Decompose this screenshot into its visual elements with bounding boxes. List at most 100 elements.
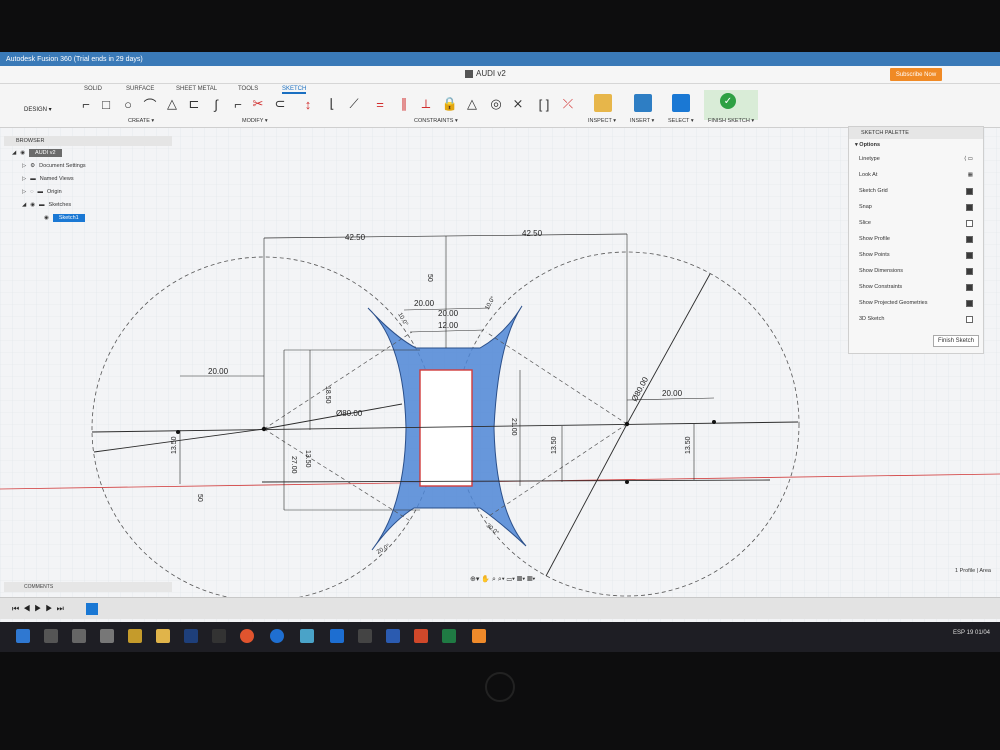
eye-icon[interactable]: ◌ [30,189,33,195]
dim-left-20[interactable]: 20.00 [208,367,229,376]
polygon-tool-icon[interactable]: △ [164,96,180,112]
look-at-icon[interactable]: ▦ [968,172,973,178]
word-icon[interactable] [386,629,400,643]
app-icon[interactable] [128,629,142,643]
line-tool-icon[interactable]: ⌐ [78,96,94,112]
constraints-group-label[interactable]: CONSTRAINTS ▾ [414,118,458,124]
left-center-point[interactable] [261,426,267,432]
tab-sheet-metal[interactable]: SHEET METAL [176,86,217,92]
insert-group-label[interactable]: INSERT ▾ [630,118,654,124]
palette-option-slice[interactable]: Slice [849,215,983,231]
dim-13-left-a[interactable]: 13.50 [171,436,178,454]
right-center-point[interactable] [624,421,630,427]
dim-13-left-b[interactable]: 13.50 [304,450,311,468]
sketch-grid-checkbox[interactable] [966,187,973,195]
concentric-icon[interactable]: ◎ [488,96,504,112]
timeline-controls[interactable]: ⏮◀▶▶⏭ [12,604,68,614]
finish-sketch-button[interactable]: Finish Sketch [932,335,979,347]
select-group-label[interactable]: SELECT ▾ [668,118,694,124]
curvature-icon[interactable]: ⤫ [560,96,576,112]
slot-tool-icon[interactable]: ⊏ [186,96,202,112]
show-points-checkbox[interactable] [966,251,973,259]
midpoint-icon[interactable]: ⨯ [510,96,526,112]
design-workspace-dropdown[interactable]: DESIGN ▾ [24,106,52,113]
eye-icon[interactable]: ◉ [30,202,35,208]
tab-surface[interactable]: SURFACE [126,86,154,92]
dim-50-top[interactable]: 50 [426,274,433,282]
palette-option-sketch-grid[interactable]: Sketch Grid [849,183,983,199]
language-indicator[interactable]: ESP [953,630,965,636]
show-constraints-checkbox[interactable] [966,283,973,291]
palette-option-show-projected[interactable]: Show Projected Geometries [849,295,983,311]
dim-right-20[interactable]: 20.00 [662,389,683,398]
browser-item-root[interactable]: ◢ ◉ AUDI v2 [4,146,172,159]
fillet-tool-icon[interactable]: ⌐ [230,96,246,112]
app-icon[interactable] [358,629,372,643]
show-dimensions-checkbox[interactable] [966,267,973,275]
app-icon[interactable] [300,629,314,643]
browser-item-origin[interactable]: ▷ ◌ ▬ Origin [4,185,172,198]
coincident-icon[interactable]: ⌊ [324,96,340,112]
symmetry-icon[interactable]: [ ] [536,96,552,112]
trim-tool-icon[interactable]: ✂ [250,96,266,112]
collinear-icon[interactable]: ⟋ [346,96,362,112]
browser-header[interactable]: BROWSER [4,136,172,146]
system-tray[interactable]: ESP 19 01/04 [953,630,990,636]
dimension-tool-icon[interactable]: ↕ [300,96,316,112]
palette-options-section[interactable]: ▾ Options [849,139,983,151]
task-view-icon[interactable] [44,629,58,643]
modify-group-label[interactable]: MODIFY ▾ [242,118,268,124]
finish-sketch-group-label[interactable]: FINISH SKETCH ▾ [708,118,754,124]
browser-item-document-settings[interactable]: ▷ ⚙ Document Settings [4,159,172,172]
offset-tool-icon[interactable]: ⊂ [272,96,288,112]
chrome-icon[interactable] [240,629,254,643]
dim-center-12[interactable]: 12.00 [438,321,459,330]
equal-icon[interactable]: = [372,96,388,112]
dim-center-20a[interactable]: 20.00 [414,299,435,308]
bottom-point[interactable] [625,480,629,484]
perpendicular-icon[interactable]: ⟂ [418,96,434,112]
document-tab[interactable]: AUDI v2 [465,69,506,78]
slice-checkbox[interactable] [966,219,973,227]
navigation-toolbar[interactable]: ⊕▾ ✋ ⌕ ⌕▾ ▭▾ ▦▾ ▦▾ [470,575,535,584]
timeline-sketch-item[interactable] [86,603,98,615]
edge-icon[interactable] [270,629,284,643]
file-explorer-icon[interactable] [156,629,170,643]
parallel-icon[interactable]: ∥ [396,96,412,112]
insert-image-icon[interactable] [634,94,652,112]
left-point[interactable] [176,430,180,434]
tab-tools[interactable]: TOOLS [238,86,258,92]
palette-option-3d-sketch[interactable]: 3D Sketch [849,311,983,327]
spline-tool-icon[interactable]: ∫ [208,96,224,112]
palette-header[interactable]: SKETCH PALETTE [849,127,983,139]
windows-start-icon[interactable] [16,629,30,643]
clock-date[interactable]: 01/04 [975,630,990,636]
fix-icon[interactable]: 🔒 [442,96,458,112]
dim-18[interactable]: 18.50 [324,386,331,404]
app-icon[interactable] [72,629,86,643]
clock-time[interactable]: 19 [967,630,974,636]
tab-sketch[interactable]: SKETCH [282,86,307,94]
palette-option-show-dimensions[interactable]: Show Dimensions [849,263,983,279]
tab-solid[interactable]: SOLID [84,86,102,92]
dim-dia-left[interactable]: Ø80.00 [336,409,363,418]
palette-option-show-profile[interactable]: Show Profile [849,231,983,247]
fusion-360-icon[interactable] [472,629,486,643]
palette-option-show-points[interactable]: Show Points [849,247,983,263]
excel-icon[interactable] [442,629,456,643]
palette-option-show-constraints[interactable]: Show Constraints [849,279,983,295]
eye-icon[interactable]: ◉ [20,150,25,156]
browser-item-named-views[interactable]: ▷ ▬ Named Views [4,172,172,185]
arc-tool-icon[interactable]: ⌒ [142,96,158,113]
rectangle-tool-icon[interactable]: □ [98,96,114,112]
inspect-group-label[interactable]: INSPECT ▾ [588,118,616,124]
comments-panel[interactable]: COMMENTS [4,582,172,592]
inner-rectangle[interactable] [419,369,473,487]
tangent-icon[interactable]: △ [464,96,480,112]
subscribe-button[interactable]: Subscribe Now [890,68,942,81]
dim-center-20b[interactable]: 20.00 [438,309,459,318]
linetype-icon[interactable]: ⟨ ▭ [964,156,973,162]
dim-13-right-a[interactable]: 13.50 [551,436,558,454]
circle-tool-icon[interactable]: ○ [120,96,136,112]
palette-option-linetype[interactable]: Linetype ⟨ ▭ [849,151,983,167]
